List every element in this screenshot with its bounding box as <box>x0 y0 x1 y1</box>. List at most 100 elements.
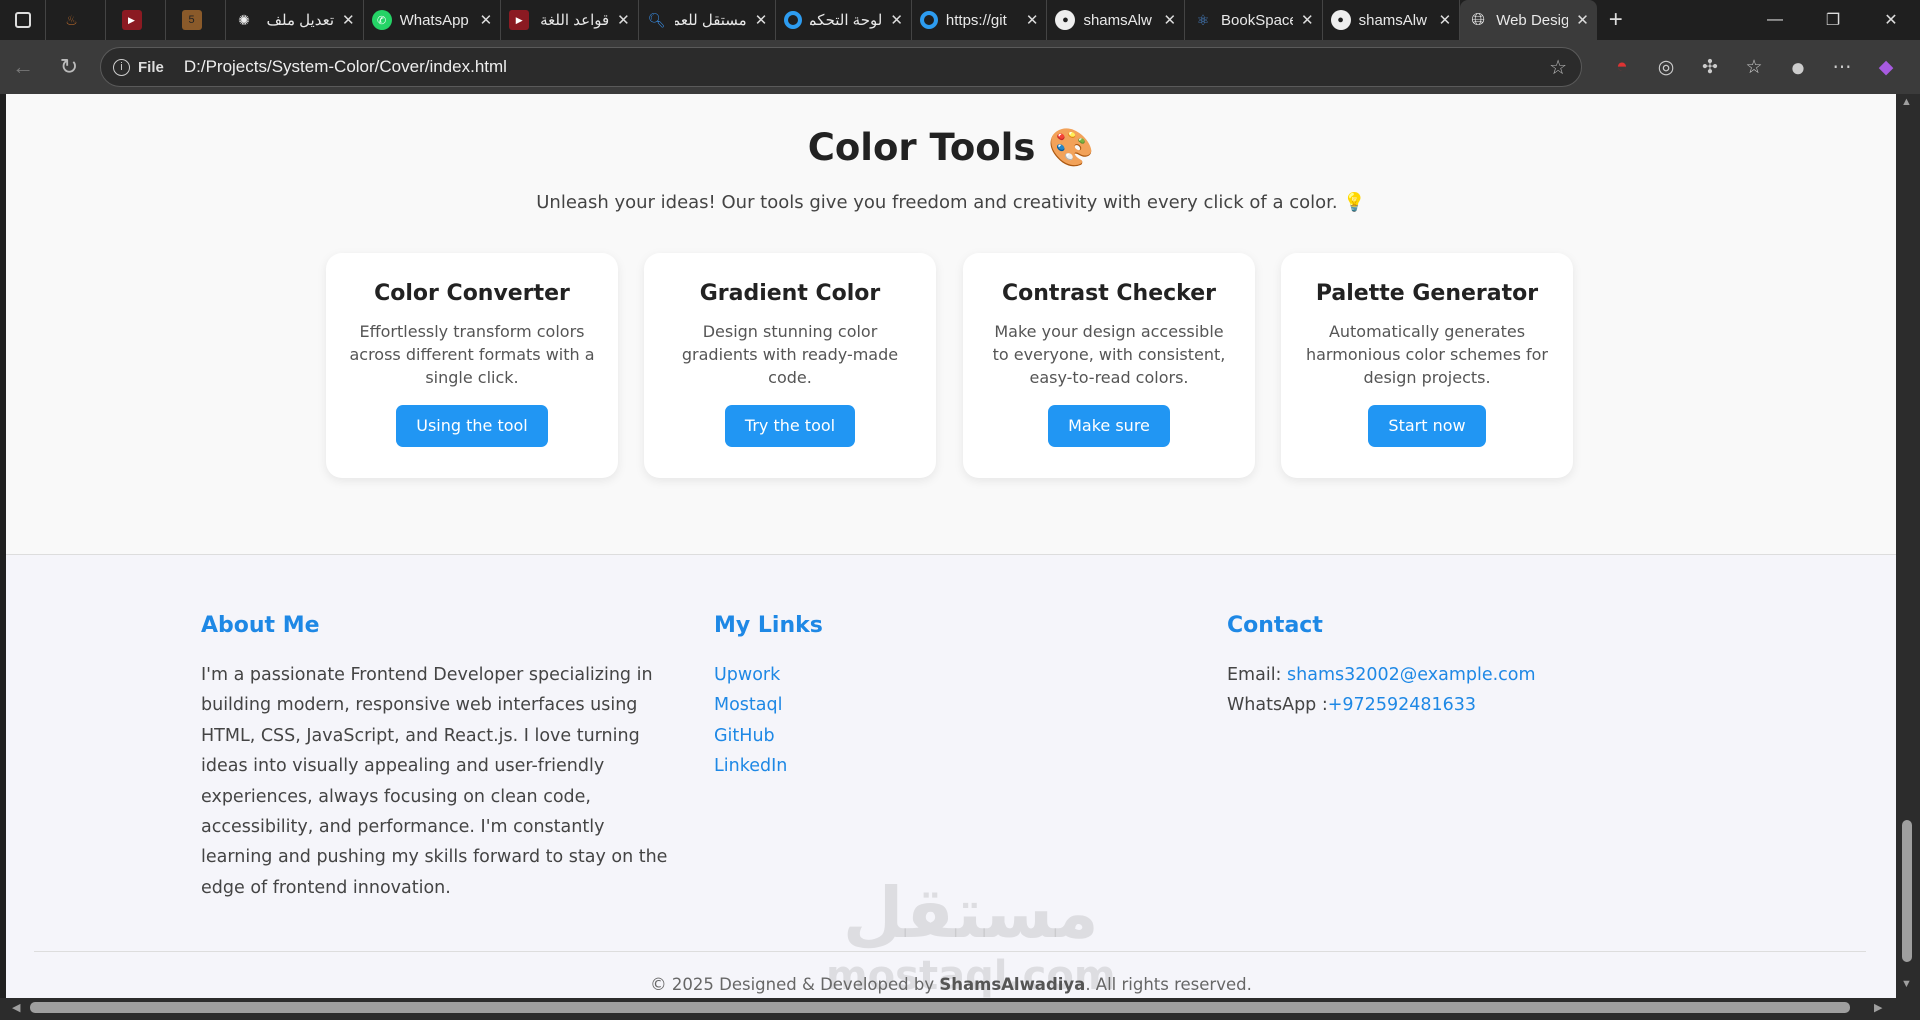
tab[interactable]: 🔍︎مستقل للعمل✕ <box>639 0 777 40</box>
restore-button[interactable]: ❐ <box>1804 10 1862 30</box>
tab[interactable]: لوحة التحكم ✕ <box>776 0 912 40</box>
tab[interactable]: ✺ تعديل ملف ✕ <box>226 0 364 40</box>
tool-card-contrast-checker: Contrast Checker Make your design access… <box>963 253 1255 478</box>
address-prefix: File <box>138 58 164 76</box>
tab-bar: ♨ ▶ 5 ✺ تعديل ملف ✕ ✆ WhatsApp ✕ ▶ قواعد اللغ… <box>0 0 1920 40</box>
minimize-button[interactable]: — <box>1746 11 1804 29</box>
address-bar[interactable]: i File D:/Projects/System-Color/Cover/in… <box>100 47 1582 87</box>
card-title: Palette Generator <box>1315 281 1539 306</box>
circle-icon <box>784 11 803 29</box>
tab[interactable]: ▶ قواعد اللغة ✕ <box>501 0 639 40</box>
profile-avatar-icon[interactable]: ● <box>1776 52 1820 83</box>
new-tab-button[interactable]: + <box>1609 6 1623 34</box>
github-icon: ● <box>1055 10 1076 30</box>
card-title: Gradient Color <box>699 281 881 306</box>
make-sure-button[interactable]: Make sure <box>1048 405 1170 447</box>
horizontal-scrollbar[interactable]: ◀ ▶ <box>0 998 1920 1020</box>
html5-icon: 5 <box>181 10 202 30</box>
using-the-tool-button[interactable]: Using the tool <box>396 405 548 447</box>
page-subtitle: Unleash your ideas! Our tools give you f… <box>536 192 1366 213</box>
tab[interactable]: https://git ✕ <box>912 0 1048 40</box>
more-menu-icon[interactable]: ⋯ <box>1820 56 1864 79</box>
close-tab-icon[interactable]: ✕ <box>1163 11 1176 29</box>
footer-divider <box>34 951 1866 952</box>
whatsapp-link[interactable]: +972592481633 <box>1328 695 1476 715</box>
tab[interactable]: ✆ WhatsApp ✕ <box>364 0 502 40</box>
extensions-puzzle-icon[interactable]: ✣ <box>1688 56 1732 79</box>
youtube-icon: ▶ <box>121 10 142 30</box>
about-me-column: About Me I'm a passionate Frontend Devel… <box>201 613 681 903</box>
email-link[interactable]: shams32002@example.com <box>1287 665 1536 685</box>
start-now-button[interactable]: Start now <box>1368 405 1486 447</box>
browser-toolbar: ← ↻ i File D:/Projects/System-Color/Cove… <box>0 40 1920 94</box>
sidebar-icon <box>14 12 31 28</box>
close-tab-icon[interactable]: ✕ <box>1576 11 1589 29</box>
horizontal-scrollbar-thumb[interactable] <box>30 1002 1850 1013</box>
contact-heading: Contact <box>1227 613 1323 638</box>
scroll-left-arrow-icon[interactable]: ◀ <box>12 1001 20 1014</box>
card-title: Contrast Checker <box>1002 281 1216 306</box>
web-page: Color Tools 🎨 Unleash your ideas! Our to… <box>6 94 1896 998</box>
reload-button[interactable]: ↻ <box>46 54 92 80</box>
upwork-link[interactable]: Upwork <box>714 660 823 690</box>
email-line: Email: shams32002@example.com <box>1227 665 1536 685</box>
tab-pinned-2[interactable]: ▶ <box>106 0 166 40</box>
url-text[interactable]: D:/Projects/System-Color/Cover/index.htm… <box>184 57 507 77</box>
target-extension-icon[interactable]: ◎ <box>1644 56 1688 79</box>
close-window-button[interactable]: ✕ <box>1862 10 1920 30</box>
scroll-up-arrow-icon[interactable]: ▲ <box>1901 96 1912 108</box>
scrollbar-thumb[interactable] <box>1902 820 1912 962</box>
copilot-icon[interactable]: ◆ <box>1864 56 1908 79</box>
about-heading: About Me <box>201 613 320 638</box>
tool-card-color-converter: Color Converter Effortlessly transform c… <box>326 253 618 478</box>
tab-pinned-3[interactable]: 5 <box>166 0 226 40</box>
sidebar-toggle[interactable] <box>0 0 46 40</box>
card-description: Automatically generates harmonious color… <box>1305 322 1548 387</box>
whatsapp-line: WhatsApp :+972592481633 <box>1227 695 1477 716</box>
card-title: Color Converter <box>374 281 570 306</box>
chatgpt-icon: ✺ <box>238 11 250 28</box>
tab-pinned-1[interactable]: ♨ <box>46 0 106 40</box>
mostaql-link[interactable]: Mostaql <box>714 690 823 720</box>
github-icon: ● <box>1330 10 1351 30</box>
try-the-tool-button[interactable]: Try the tool <box>724 405 856 447</box>
tab[interactable]: ⚛ BookSpace ✕ <box>1185 0 1323 40</box>
circle-icon <box>919 11 938 29</box>
close-tab-icon[interactable]: ✕ <box>480 11 493 29</box>
tab[interactable]: ● shamsAlw ✕ <box>1047 0 1186 40</box>
close-tab-icon[interactable]: ✕ <box>890 11 903 29</box>
search-icon: 🔍︎ <box>647 11 666 28</box>
card-description: Effortlessly transform colors across dif… <box>349 322 595 387</box>
tool-card-gradient-color: Gradient Color Design stunning color gra… <box>644 253 936 478</box>
github-link[interactable]: GitHub <box>714 721 823 751</box>
close-tab-icon[interactable]: ✕ <box>1026 11 1039 29</box>
page-title: Color Tools 🎨 <box>807 126 1095 169</box>
youtube-icon: ▶ <box>509 10 530 30</box>
close-tab-icon[interactable]: ✕ <box>617 11 630 29</box>
color-tools-section: Color Tools 🎨 Unleash your ideas! Our to… <box>6 94 1896 554</box>
card-description: Make your design accessible to everyone,… <box>992 322 1226 387</box>
back-button[interactable]: ← <box>0 54 46 80</box>
react-icon: ⚛ <box>1196 11 1210 28</box>
close-tab-icon[interactable]: ✕ <box>1301 11 1314 29</box>
close-tab-icon[interactable]: ✕ <box>1439 11 1452 29</box>
pokeball-extension-icon[interactable]: ◓ <box>1600 56 1644 78</box>
my-links-column: My Links Upwork Mostaql GitHub LinkedIn <box>714 613 823 782</box>
card-description: Design stunning color gradients with rea… <box>681 322 899 387</box>
info-icon[interactable]: i <box>113 58 130 76</box>
favorites-icon[interactable]: ☆ <box>1732 56 1776 79</box>
scroll-right-arrow-icon[interactable]: ▶ <box>1874 1001 1882 1014</box>
linkedin-link[interactable]: LinkedIn <box>714 751 823 781</box>
copyright: © 2025 Designed & Developed by ShamsAlwa… <box>650 975 1252 994</box>
vertical-scrollbar[interactable]: ▲ ▼ <box>1896 94 1920 998</box>
flame-icon: ♨ <box>65 11 78 28</box>
tool-card-palette-generator: Palette Generator Automatically generate… <box>1281 253 1573 478</box>
globe-icon: 🌐︎ <box>1471 10 1485 29</box>
tab[interactable]: ● shamsAlw ✕ <box>1323 0 1461 40</box>
close-tab-icon[interactable]: ✕ <box>342 11 355 29</box>
contact-column: Contact Email: shams32002@example.com Wh… <box>1227 613 1536 721</box>
tab-active[interactable]: 🌐︎Web Design✕ <box>1460 0 1597 40</box>
scroll-down-arrow-icon[interactable]: ▼ <box>1901 978 1912 990</box>
close-tab-icon[interactable]: ✕ <box>755 11 768 29</box>
favorite-star-icon[interactable]: ☆ <box>1549 55 1567 80</box>
